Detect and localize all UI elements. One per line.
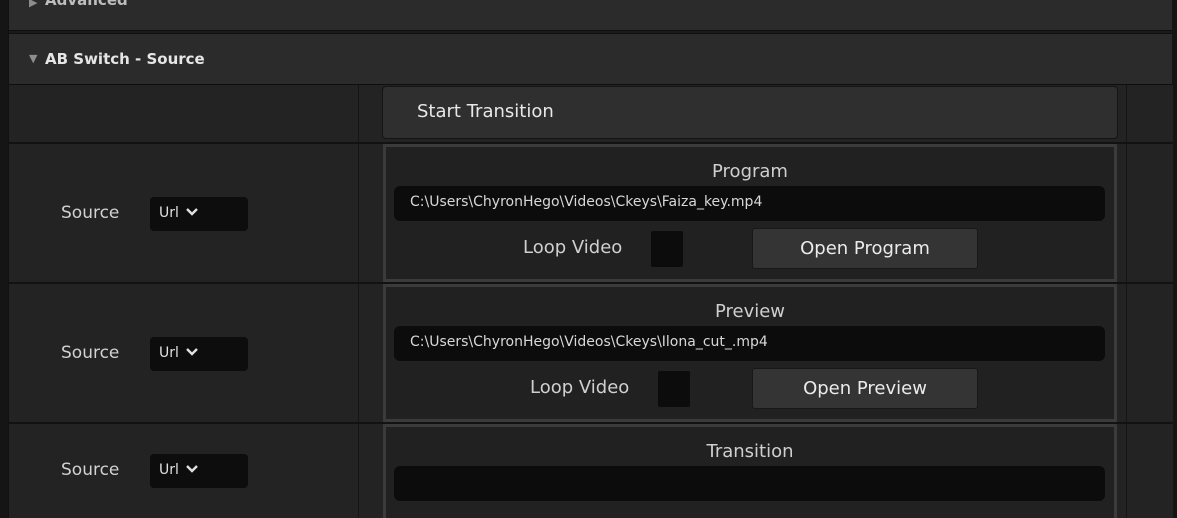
- program-loop-checkbox[interactable]: [651, 231, 683, 267]
- program-extra-cell: [1126, 144, 1173, 282]
- details-panel: ▶ Advanced ▼ AB Switch - Source Start Tr…: [8, 0, 1173, 518]
- preview-loop-checkbox[interactable]: [658, 371, 690, 407]
- program-path-value: C:\Users\ChyronHego\Videos\Ckeys\Faiza_k…: [410, 194, 763, 210]
- program-source-label: Source: [61, 203, 120, 223]
- program-box: Program C:\Users\ChyronHego\Videos\Ckeys…: [383, 144, 1117, 282]
- preview-name-cell: Source Url: [9, 284, 359, 422]
- program-source-value: Url: [159, 205, 179, 221]
- program-source-dropdown[interactable]: Url: [150, 197, 248, 231]
- preview-path-field[interactable]: C:\Users\ChyronHego\Videos\Ckeys\Ilona_c…: [394, 326, 1105, 361]
- preview-source-dropdown[interactable]: Url: [150, 337, 248, 371]
- category-ab-switch-source[interactable]: ▼ AB Switch - Source: [9, 33, 1172, 85]
- preview-extra-cell: [1126, 284, 1173, 422]
- preview-box: Preview C:\Users\ChyronHego\Videos\Ckeys…: [383, 284, 1117, 422]
- transition-source-value: Url: [159, 462, 179, 478]
- category-advanced-title: Advanced: [45, 0, 128, 9]
- open-program-button[interactable]: Open Program: [752, 228, 978, 269]
- open-program-label: Open Program: [800, 238, 930, 259]
- triangle-down-icon: ▼: [29, 52, 38, 65]
- program-header: Program: [712, 161, 788, 182]
- start-transition-extra-cell: [1126, 85, 1173, 142]
- open-preview-button[interactable]: Open Preview: [752, 368, 978, 409]
- program-name-cell: Source Url: [9, 144, 359, 282]
- transition-source-dropdown[interactable]: Url: [150, 454, 248, 488]
- triangle-right-icon: ▶: [29, 0, 38, 9]
- preview-path-value: C:\Users\ChyronHego\Videos\Ckeys\Ilona_c…: [410, 334, 768, 350]
- start-transition-label: Start Transition: [417, 101, 554, 122]
- transition-name-cell: Source Url: [9, 424, 359, 518]
- program-loop-label: Loop Video: [523, 237, 623, 258]
- transition-source-label: Source: [61, 460, 120, 480]
- transition-extra-cell: [1126, 424, 1173, 518]
- preview-header: Preview: [714, 301, 786, 322]
- transition-header: Transition: [706, 441, 794, 462]
- open-preview-label: Open Preview: [803, 378, 927, 399]
- category-ab-switch-title: AB Switch - Source: [45, 50, 205, 68]
- program-path-field[interactable]: C:\Users\ChyronHego\Videos\Ckeys\Faiza_k…: [394, 186, 1105, 221]
- start-transition-button[interactable]: Start Transition: [382, 86, 1118, 139]
- preview-source-value: Url: [159, 345, 179, 361]
- category-advanced[interactable]: ▶ Advanced: [9, 0, 1172, 31]
- transition-path-field[interactable]: [394, 466, 1105, 501]
- preview-loop-label: Loop Video: [530, 377, 630, 398]
- chevron-down-icon: [186, 465, 198, 473]
- chevron-down-icon: [186, 208, 198, 216]
- transition-box: Transition: [383, 424, 1117, 518]
- start-transition-name-cell: [9, 85, 359, 142]
- preview-source-label: Source: [61, 343, 120, 363]
- chevron-down-icon: [186, 348, 198, 356]
